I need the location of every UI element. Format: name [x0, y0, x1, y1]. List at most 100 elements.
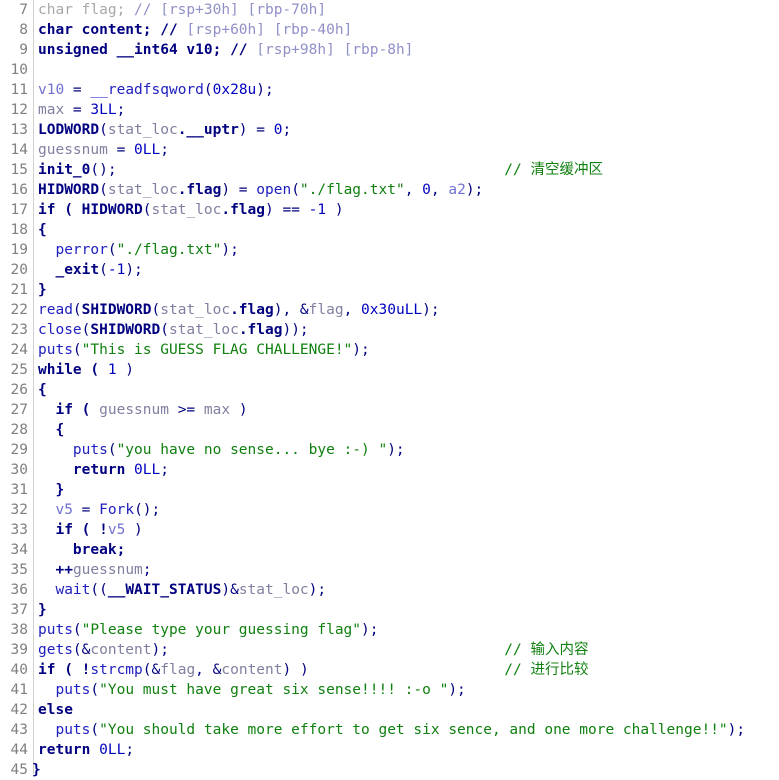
code-text[interactable]: guessnum = 0LL;	[38, 140, 169, 160]
code-line[interactable]: 15 init_0(); // 清空缓冲区	[0, 160, 779, 180]
code-text[interactable]: if ( !strcmp(&flag, &content) )	[38, 660, 309, 680]
code-text[interactable]: HIDWORD(stat_loc.flag) = open("./flag.tx…	[38, 180, 483, 200]
code-line[interactable]: 18 {	[0, 220, 779, 240]
line-number: 29	[10, 442, 28, 458]
token: "you have no sense... bye :-) "	[116, 442, 388, 458]
code-text[interactable]: char flag; // [rsp+30h] [rbp-70h]	[38, 0, 326, 20]
code-line[interactable]: 12 max = 3LL;	[0, 100, 779, 120]
code-text[interactable]: {	[38, 220, 47, 240]
code-line[interactable]: 30 return 0LL;	[0, 460, 779, 480]
code-text[interactable]: if ( !v5 )	[38, 520, 142, 540]
code-line[interactable]: 38 puts("Please type your guessing flag")…	[0, 620, 779, 640]
code-text[interactable]: _exit(-1);	[38, 260, 142, 280]
code-text[interactable]: puts("You should take more effort to get…	[38, 720, 745, 740]
code-text[interactable]: puts("You must have great six sense!!!! …	[38, 680, 465, 700]
code-text[interactable]: return 0LL;	[38, 460, 169, 480]
code-line[interactable]: 13 LODWORD(stat_loc.__uptr) = 0;	[0, 120, 779, 140]
inline-comment: // 清空缓冲区	[504, 162, 603, 178]
code-line[interactable]: 23 close(SHIDWORD(stat_loc.flag));	[0, 320, 779, 340]
code-text[interactable]: puts("This is GUESS FLAG CHALLENGE!");	[38, 340, 370, 360]
token: ();	[134, 502, 161, 518]
code-text[interactable]: if ( HIDWORD(stat_loc.flag) == -1 )	[38, 200, 344, 220]
code-text[interactable]: {	[38, 380, 47, 400]
code-text[interactable]: read(SHIDWORD(stat_loc.flag), &flag, 0x3…	[38, 300, 440, 320]
code-line[interactable]: 39 gets(&content); // 输入内容	[0, 640, 779, 660]
code-line[interactable]: 35 ++guessnum;	[0, 560, 779, 580]
token: stat_loc	[151, 202, 222, 218]
token: unsigned __int64 v10;	[38, 42, 231, 58]
token: max	[38, 102, 65, 118]
code-line[interactable]: 7 char flag; // [rsp+30h] [rbp-70h]	[0, 0, 779, 20]
code-text[interactable]: max = 3LL;	[38, 100, 125, 120]
code-text[interactable]: {	[38, 420, 64, 440]
code-text[interactable]: }	[38, 600, 47, 620]
code-line[interactable]: 33 if ( !v5 )	[0, 520, 779, 540]
token: flag	[308, 302, 344, 318]
code-line[interactable]: 21}	[0, 280, 779, 300]
code-line[interactable]: 10	[0, 60, 779, 80]
token: 0	[422, 182, 431, 198]
token: init_0	[38, 162, 91, 178]
code-line[interactable]: 31 }	[0, 480, 779, 500]
code-line[interactable]: 8 char content; // [rsp+60h] [rbp-40h]	[0, 20, 779, 40]
code-line[interactable]: 27 if ( guessnum >= max )	[0, 400, 779, 420]
code-text[interactable]: }	[32, 760, 41, 780]
code-text[interactable]: gets(&content);	[38, 640, 169, 660]
code-text[interactable]: puts("you have no sense... bye :-) ");	[38, 440, 405, 460]
code-text[interactable]: LODWORD(stat_loc.__uptr) = 0;	[38, 120, 291, 140]
code-line[interactable]: 17 if ( HIDWORD(stat_loc.flag) == -1 )	[0, 200, 779, 220]
code-text[interactable]: }	[38, 280, 47, 300]
code-line[interactable]: 43 puts("You should take more effort to …	[0, 720, 779, 740]
code-line[interactable]: 25 while ( 1 )	[0, 360, 779, 380]
token: char flag;	[38, 2, 135, 18]
code-text[interactable]: }	[38, 480, 64, 500]
code-line[interactable]: 16 HIDWORD(stat_loc.flag) = open("./flag.…	[0, 180, 779, 200]
token: (	[107, 242, 117, 258]
code-line[interactable]: 32 v5 = Fork();	[0, 500, 779, 520]
code-text[interactable]: while ( 1 )	[38, 360, 134, 380]
token: [rsp+60h] [rbp-40h]	[186, 22, 353, 38]
code-text[interactable]: else	[38, 700, 73, 720]
code-line[interactable]: 20 _exit(-1);	[0, 260, 779, 280]
code-line[interactable]: 44 return 0LL;	[0, 740, 779, 760]
token: >=	[168, 402, 204, 418]
code-line[interactable]: 19 perror("./flag.txt");	[0, 240, 779, 260]
code-line[interactable]: 45}	[0, 760, 779, 780]
code-text[interactable]: char content; // [rsp+60h] [rbp-40h]	[38, 20, 352, 40]
code-text[interactable]: v5 = Fork();	[38, 500, 160, 520]
code-line[interactable]: 29 puts("you have no sense... bye :-) ")…	[0, 440, 779, 460]
token: -1	[308, 202, 327, 218]
code-line[interactable]: 40 if ( !strcmp(&flag, &content) ) // 进行比较	[0, 660, 779, 680]
pseudocode-view[interactable]: 7 char flag; // [rsp+30h] [rbp-70h] 8 char …	[0, 0, 779, 778]
code-line[interactable]: 34 break;	[0, 540, 779, 560]
token: flag	[160, 662, 196, 678]
code-text[interactable]: close(SHIDWORD(stat_loc.flag));	[38, 320, 309, 340]
code-line[interactable]: 26 {	[0, 380, 779, 400]
token: "./flag.txt"	[299, 182, 405, 198]
code-text[interactable]: perror("./flag.txt");	[38, 240, 238, 260]
code-text[interactable]: init_0();	[38, 160, 117, 180]
code-line[interactable]: 22 read(SHIDWORD(stat_loc.flag), &flag, 0…	[0, 300, 779, 320]
code-line[interactable]: 28 {	[0, 420, 779, 440]
code-line[interactable]: 11 v10 = __readfsqword(0x28u);	[0, 80, 779, 100]
token: Fork	[99, 502, 135, 518]
code-text[interactable]: v10 = __readfsqword(0x28u);	[38, 80, 274, 100]
code-text[interactable]: if ( guessnum >= max )	[38, 400, 247, 420]
code-line[interactable]: 36 wait((__WAIT_STATUS)&stat_loc);	[0, 580, 779, 600]
code-line[interactable]: 41 puts("You must have great six sense!!…	[0, 680, 779, 700]
token: =	[72, 502, 100, 518]
code-text[interactable]: ++guessnum;	[38, 560, 151, 580]
token: );	[256, 82, 274, 98]
token: //	[160, 22, 187, 38]
code-text[interactable]: wait((__WAIT_STATUS)&stat_loc);	[38, 580, 326, 600]
code-line[interactable]: 42 else	[0, 700, 779, 720]
code-text[interactable]: break;	[38, 540, 125, 560]
code-text[interactable]: puts("Please type your guessing flag");	[38, 620, 378, 640]
code-line[interactable]: 14 guessnum = 0LL;	[0, 140, 779, 160]
code-text[interactable]: unsigned __int64 v10; // [rsp+98h] [rbp-…	[38, 40, 413, 60]
code-text[interactable]: return 0LL;	[38, 740, 134, 760]
code-line[interactable]: 24 puts("This is GUESS FLAG CHALLENGE!");	[0, 340, 779, 360]
code-line[interactable]: 37}	[0, 600, 779, 620]
code-line[interactable]: 9 unsigned __int64 v10; // [rsp+98h] [rbp…	[0, 40, 779, 60]
